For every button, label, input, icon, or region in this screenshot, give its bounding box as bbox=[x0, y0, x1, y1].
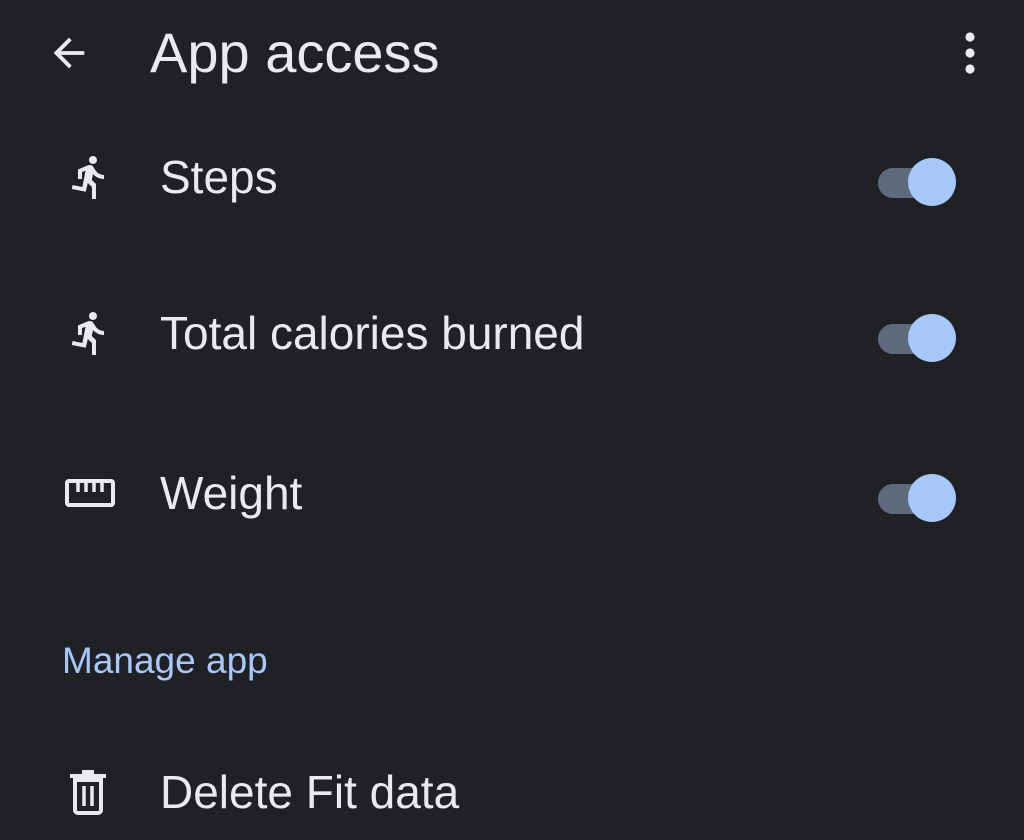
top-app-bar: App access bbox=[0, 0, 1024, 110]
more-options-button[interactable] bbox=[940, 22, 1000, 84]
toggle-thumb bbox=[908, 158, 956, 206]
permission-label: Total calories burned bbox=[160, 307, 585, 359]
permission-row-weight[interactable]: Weight bbox=[0, 438, 1024, 548]
section-header-manage-app: Manage app bbox=[62, 640, 268, 681]
page-title: App access bbox=[150, 21, 440, 84]
more-vert-icon bbox=[965, 32, 975, 74]
toggle-thumb bbox=[908, 314, 956, 362]
delete-trash-icon bbox=[60, 764, 116, 820]
delete-fit-data-label: Delete Fit data bbox=[160, 766, 460, 818]
weight-toggle[interactable] bbox=[874, 472, 960, 524]
directions-run-icon bbox=[62, 305, 118, 361]
straighten-ruler-icon bbox=[62, 465, 118, 521]
app-access-screen: App access Steps Total calories burned W… bbox=[0, 0, 1024, 840]
permission-row-steps[interactable]: Steps bbox=[0, 122, 1024, 232]
permission-label: Weight bbox=[160, 467, 303, 519]
steps-toggle[interactable] bbox=[874, 156, 960, 208]
permission-row-total-calories-burned[interactable]: Total calories burned bbox=[0, 278, 1024, 388]
toggle-thumb bbox=[908, 474, 956, 522]
arrow-back-icon bbox=[53, 37, 85, 69]
delete-fit-data-row[interactable]: Delete Fit data bbox=[0, 738, 1024, 840]
permission-label: Steps bbox=[160, 151, 278, 203]
total-calories-burned-toggle[interactable] bbox=[874, 312, 960, 364]
back-button[interactable] bbox=[38, 22, 100, 84]
directions-run-icon bbox=[62, 149, 118, 205]
